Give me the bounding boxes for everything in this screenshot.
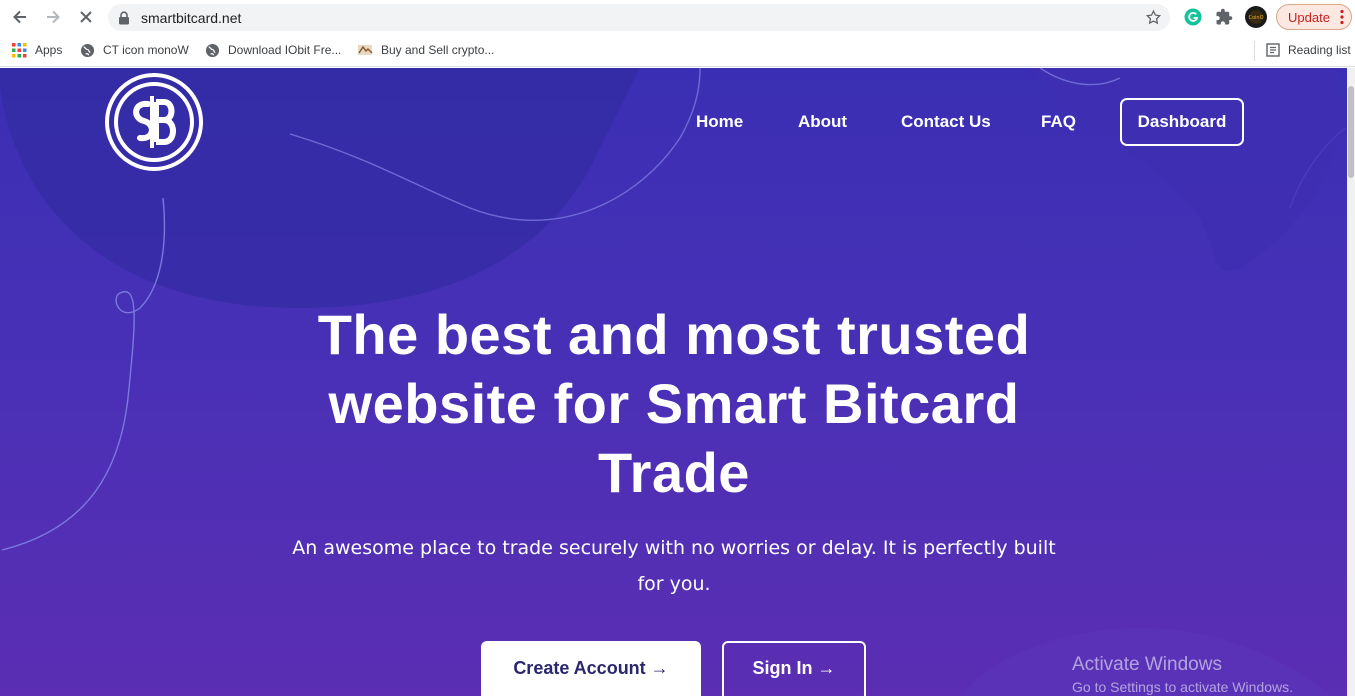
nav-about-link[interactable]: About (798, 112, 847, 132)
back-button[interactable] (8, 5, 32, 29)
svg-text:CoinO: CoinO (1248, 15, 1263, 21)
bookmarks-bar: Apps CT icon monoW Download IObit Fre...… (0, 34, 1355, 67)
hero-subtitle: An awesome place to trade securely with … (292, 537, 1056, 595)
bookmark-ct-icon[interactable]: CT icon monoW (80, 41, 189, 59)
site-favicon-icon (357, 43, 373, 57)
extensions-puzzle-icon[interactable] (1213, 6, 1235, 28)
sign-in-button[interactable]: Sign In → (722, 641, 866, 696)
globe-icon (205, 43, 220, 58)
close-icon (80, 11, 92, 23)
create-account-button[interactable]: Create Account → (481, 641, 701, 696)
bookmark-iobit[interactable]: Download IObit Fre... (205, 41, 341, 59)
profile-avatar[interactable]: CoinO (1245, 6, 1267, 28)
watermark-title: Activate Windows (1072, 654, 1222, 675)
web-page: Home About Contact Us FAQ Dashboard The … (0, 68, 1347, 696)
page-scrollbar[interactable] (1347, 68, 1355, 696)
nav-faq-link[interactable]: FAQ (1041, 112, 1076, 132)
address-bar[interactable]: smartbitcard.net (108, 4, 1170, 31)
browser-toolbar: smartbitcard.net CoinO Update (0, 0, 1355, 34)
bookmark-label: CT icon monoW (103, 43, 189, 57)
watermark-subtitle: Go to Settings to activate Windows. (1072, 679, 1293, 695)
hero-title: The best and most trusted website for Sm… (317, 303, 1031, 504)
bookmark-label: Download IObit Fre... (228, 43, 342, 57)
bookmarks-divider (1254, 41, 1255, 61)
bookmark-label: Buy and Sell crypto... (381, 43, 495, 57)
dashboard-button[interactable]: Dashboard (1120, 98, 1244, 146)
bookmark-star-icon[interactable] (1145, 9, 1162, 26)
update-button[interactable]: Update (1276, 4, 1352, 30)
update-label: Update (1288, 9, 1330, 25)
forward-button[interactable] (41, 5, 65, 29)
back-arrow-icon (13, 10, 26, 24)
more-vertical-icon (1340, 9, 1344, 25)
reading-list-label: Reading list (1288, 43, 1351, 57)
scrollbar-thumb[interactable] (1348, 86, 1354, 178)
smart-bitcard-logo[interactable] (104, 72, 204, 172)
grammarly-extension-icon[interactable] (1182, 6, 1204, 28)
activate-windows-watermark: Activate Windows Go to Settings to activ… (1072, 654, 1293, 695)
bookmark-label: Apps (35, 43, 63, 57)
reading-list-icon (1266, 43, 1280, 57)
globe-icon (80, 43, 95, 58)
nav-contact-link[interactable]: Contact Us (901, 112, 991, 132)
url-text: smartbitcard.net (141, 10, 242, 26)
reading-list-button[interactable]: Reading list (1266, 41, 1351, 59)
nav-home-link[interactable]: Home (696, 112, 743, 132)
stop-loading-button[interactable] (74, 5, 98, 29)
bookmark-apps[interactable]: Apps (12, 41, 62, 59)
forward-arrow-icon (47, 10, 60, 24)
lock-icon (119, 11, 129, 25)
bookmark-buy-sell-crypto[interactable]: Buy and Sell crypto... (357, 41, 494, 59)
apps-grid-icon (12, 42, 27, 58)
